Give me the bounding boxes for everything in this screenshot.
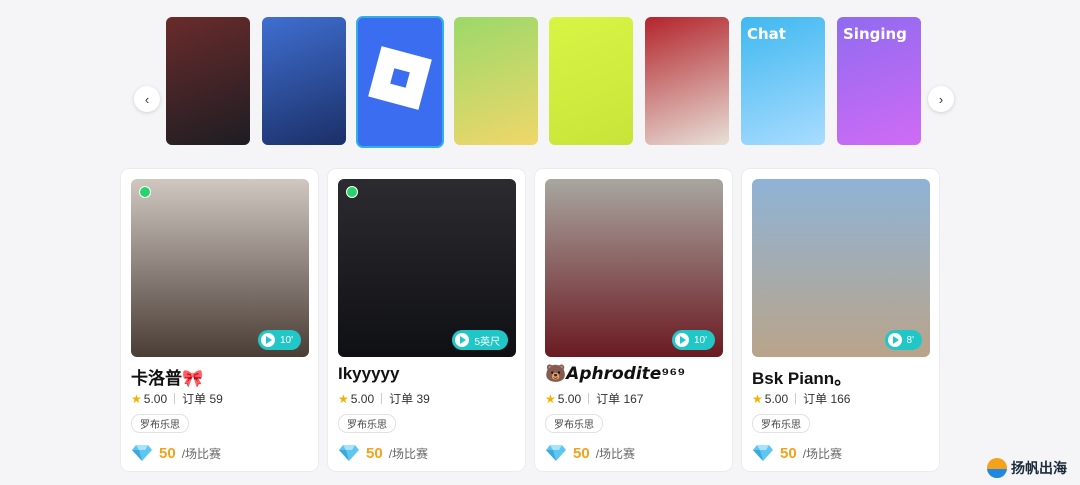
chevron-right-icon: › [938, 91, 944, 107]
player-card[interactable]: 5英尺 Ikyyyyy ★ 5.00 订单 39 罗布乐思 50/场比赛 [328, 169, 525, 471]
player-stats: ★ 5.00 订单 167 [545, 390, 643, 407]
online-indicator [139, 186, 151, 198]
carousel-next-button[interactable]: › [928, 86, 954, 112]
price-unit: /场比赛 [388, 446, 429, 461]
price-unit: /场比赛 [802, 446, 843, 461]
price-value: 50 [780, 444, 797, 462]
price: 50/场比赛 [131, 444, 221, 462]
tile-label: Singing [843, 25, 907, 43]
diamond-icon [546, 445, 566, 461]
player-card[interactable]: 10' 🐻𝘼𝙥𝙝𝙧𝙤𝙙𝙞𝙩𝙚⁹⁶⁹ ★ 5.00 订单 167 罗布乐思 50/场比… [535, 169, 732, 471]
game-tag: 罗布乐思 [131, 414, 189, 433]
price: 50/场比赛 [338, 444, 428, 462]
price-value: 50 [159, 444, 176, 462]
order-count: 订单 166 [803, 392, 851, 406]
player-name: Ikyyyyy [338, 364, 400, 383]
voice-intro-button[interactable]: 10' [257, 330, 301, 350]
star-icon: ★ [131, 391, 142, 406]
voice-duration: 8' [906, 334, 914, 346]
game-tag: 罗布乐思 [338, 414, 396, 433]
divider [174, 393, 176, 404]
rating: 5.00 [143, 391, 168, 406]
rating: 5.00 [350, 391, 375, 406]
play-icon [887, 333, 902, 347]
game-tile-mobile-legends[interactable] [262, 17, 346, 145]
player-photo: 8' [752, 179, 930, 357]
online-indicator [346, 186, 358, 198]
voice-intro-button[interactable]: 10' [671, 330, 715, 350]
price-value: 50 [573, 444, 590, 462]
voice-intro-button[interactable]: 8' [884, 330, 922, 350]
order-count: 订单 59 [182, 392, 223, 406]
game-tile-honor-of-kings[interactable] [645, 17, 729, 145]
rating: 5.00 [764, 391, 789, 406]
price-unit: /场比赛 [595, 446, 636, 461]
player-name: Bsk Piann。 [752, 369, 852, 388]
diamond-icon [132, 445, 152, 461]
player-photo: 10' [131, 179, 309, 357]
player-photo: 10' [545, 179, 723, 357]
game-tag: 罗布乐思 [545, 414, 603, 433]
roblox-logo-icon [368, 46, 432, 110]
price-unit: /场比赛 [181, 446, 222, 461]
game-carousel: ‹ Chat Singing › [132, 16, 958, 148]
price: 50/场比赛 [545, 444, 635, 462]
player-stats: ★ 5.00 订单 39 [338, 390, 430, 407]
watermark-text: 扬帆出海 [1011, 460, 1067, 476]
player-card[interactable]: 8' Bsk Piann。 ★ 5.00 订单 166 罗布乐思 50/场比赛 [742, 169, 939, 471]
play-icon [260, 333, 275, 347]
player-name: 🐻𝘼𝙥𝙝𝙧𝙤𝙙𝙞𝙩𝙚⁹⁶⁹ [545, 364, 686, 383]
game-tile-pubg[interactable] [549, 17, 633, 145]
player-photo: 5英尺 [338, 179, 516, 357]
divider [381, 393, 383, 404]
star-icon: ★ [752, 391, 763, 406]
tile-label: Chat [747, 25, 786, 43]
divider [795, 393, 797, 404]
rating: 5.00 [557, 391, 582, 406]
play-icon [674, 333, 689, 347]
game-tile-chess-go[interactable] [454, 17, 538, 145]
order-count: 订单 39 [389, 392, 430, 406]
player-name: 卡洛普🎀 [131, 369, 204, 388]
star-icon: ★ [338, 391, 349, 406]
order-count: 订单 167 [596, 392, 644, 406]
chevron-left-icon: ‹ [144, 91, 150, 107]
price: 50/场比赛 [752, 444, 842, 462]
carousel-prev-button[interactable]: ‹ [134, 86, 160, 112]
player-card[interactable]: 10' 卡洛普🎀 ★ 5.00 订单 59 罗布乐思 50/场比赛 [121, 169, 318, 471]
diamond-icon [753, 445, 773, 461]
divider [588, 393, 590, 404]
player-stats: ★ 5.00 订单 166 [752, 390, 850, 407]
voice-intro-button[interactable]: 5英尺 [452, 330, 508, 350]
diamond-icon [339, 445, 359, 461]
voice-duration: 5英尺 [474, 336, 500, 348]
game-tile-free-fire[interactable] [166, 17, 250, 145]
game-tag: 罗布乐思 [752, 414, 810, 433]
game-tile-chat[interactable]: Chat [741, 17, 825, 145]
star-icon: ★ [545, 391, 556, 406]
game-tile-roblox[interactable] [356, 16, 444, 148]
price-value: 50 [366, 444, 383, 462]
watermark-logo-icon [987, 458, 1007, 478]
play-icon [455, 333, 470, 347]
game-tile-singing[interactable]: Singing [837, 17, 921, 145]
player-stats: ★ 5.00 订单 59 [131, 390, 223, 407]
voice-duration: 10' [279, 334, 293, 346]
voice-duration: 10' [693, 334, 707, 346]
watermark: 扬帆出海 [987, 458, 1067, 478]
